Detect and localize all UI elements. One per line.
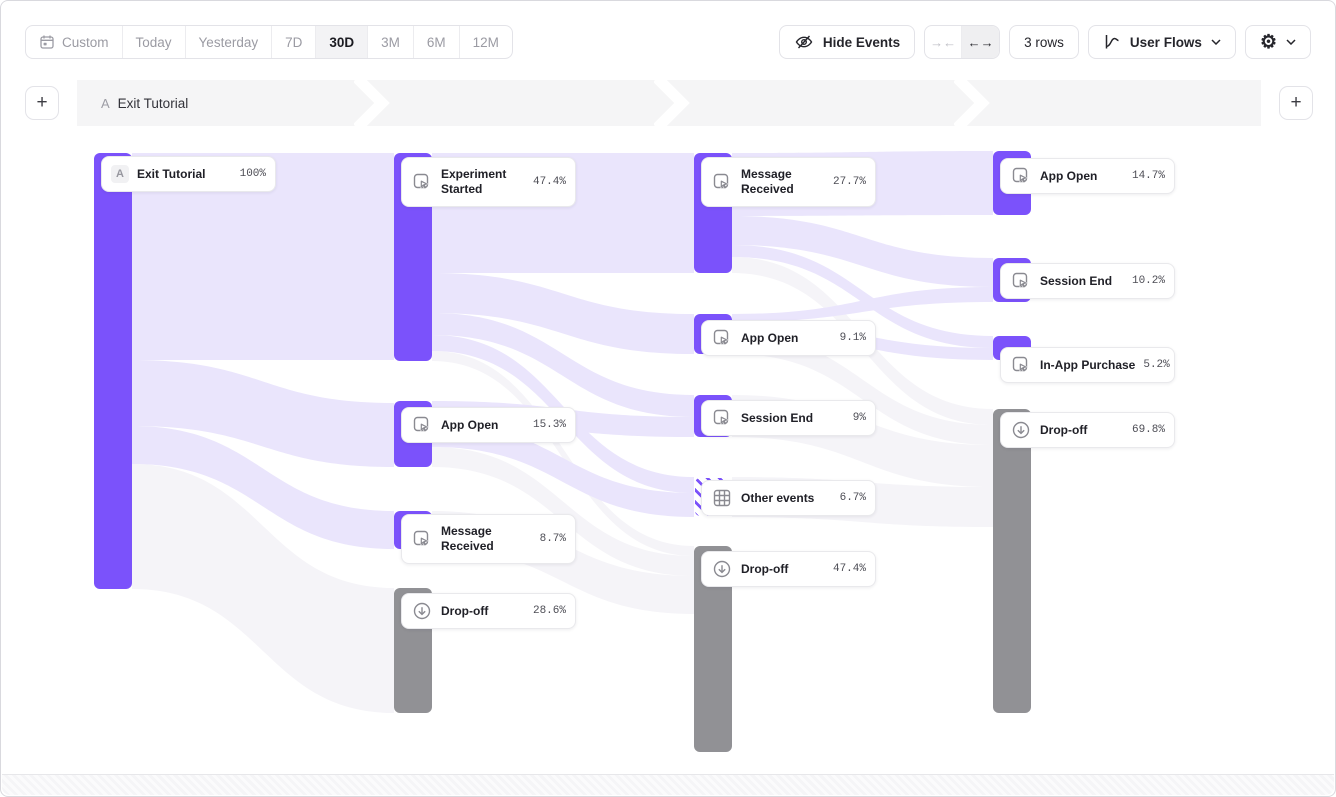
hide-events-label: Hide Events (823, 35, 900, 50)
rows-count-button[interactable]: 3 rows (1009, 25, 1079, 59)
node-percent: 9.1% (840, 332, 866, 344)
hide-events-button[interactable]: Hide Events (779, 25, 915, 59)
node-percent: 6.7% (840, 492, 866, 504)
flow-node-card-app-open[interactable]: App Open 15.3% (401, 407, 576, 443)
chart-type-label: User Flows (1130, 35, 1202, 50)
event-icon (411, 528, 433, 550)
gear-icon: ⚙ (1260, 33, 1277, 52)
date-range-today[interactable]: Today (123, 26, 186, 58)
node-label: Drop-off (1040, 423, 1124, 438)
node-percent: 15.3% (533, 419, 566, 431)
chevron-down-icon (1211, 39, 1221, 45)
date-range-6m[interactable]: 6M (414, 26, 460, 58)
date-range-yesterday[interactable]: Yesterday (186, 26, 273, 58)
event-icon (1010, 270, 1032, 292)
node-label: Message Received (741, 167, 825, 197)
flow-node-card-message-received[interactable]: Message Received 8.7% (401, 514, 576, 564)
flow-node-card-drop-off[interactable]: Drop-off 69.8% (1000, 412, 1175, 448)
node-label: In-App Purchase (1040, 358, 1135, 373)
flow-node-card-app-open[interactable]: App Open 14.7% (1000, 158, 1175, 194)
date-range-12m[interactable]: 12M (460, 26, 512, 58)
settings-dropdown[interactable]: ⚙ (1245, 25, 1311, 59)
event-icon (411, 171, 433, 193)
node-label: Drop-off (741, 562, 825, 577)
date-range-3m[interactable]: 3M (368, 26, 414, 58)
chevron-down-icon (1286, 39, 1296, 45)
flow-node-card-app-open[interactable]: App Open 9.1% (701, 320, 876, 356)
node-percent: 8.7% (540, 533, 566, 545)
node-label: Experiment Started (441, 167, 525, 197)
node-label: Other events (741, 491, 832, 506)
node-label: Message Received (441, 524, 532, 554)
node-percent: 9% (853, 412, 866, 424)
flow-node-card-drop-off[interactable]: Drop-off 47.4% (701, 551, 876, 587)
rows-count-label: 3 rows (1024, 35, 1064, 50)
node-label: Session End (741, 411, 845, 426)
node-percent: 47.4% (533, 176, 566, 188)
date-range-30d[interactable]: 30D (316, 26, 368, 58)
event-icon (711, 171, 733, 193)
event-icon (711, 327, 733, 349)
series-badge: A (111, 165, 129, 183)
eye-off-icon (794, 32, 814, 52)
node-percent: 10.2% (1132, 275, 1165, 287)
expand-columns-button[interactable]: ←→ (962, 26, 999, 58)
node-percent: 100% (240, 168, 266, 180)
node-percent: 27.7% (833, 176, 866, 188)
step-header-row: + A Exit Tutorial + (1, 80, 1335, 126)
node-label: App Open (1040, 169, 1124, 184)
date-range-7d[interactable]: 7D (272, 26, 316, 58)
date-range-custom[interactable]: Custom (26, 26, 123, 58)
step-name: Exit Tutorial (118, 96, 189, 111)
flow-node-card-session-end[interactable]: Session End 10.2% (1000, 263, 1175, 299)
node-percent: 14.7% (1132, 170, 1165, 182)
node-label: Session End (1040, 274, 1124, 289)
other-events-icon (711, 487, 733, 509)
toolbar-right: Hide Events →← ←→ 3 rows User Flows ⚙ (779, 25, 1311, 59)
date-range-selector: CustomTodayYesterday7D30D3M6M12M (25, 25, 513, 59)
toolbar: CustomTodayYesterday7D30D3M6M12M Hide Ev… (25, 25, 1311, 59)
flow-node-card-other-events[interactable]: Other events 6.7% (701, 480, 876, 516)
chart-type-dropdown[interactable]: User Flows (1088, 25, 1236, 59)
bottom-scroll-strip (2, 774, 1334, 795)
event-icon (1010, 165, 1032, 187)
node-percent: 5.2% (1143, 359, 1169, 371)
dropoff-icon (711, 558, 733, 580)
dropoff-icon (1010, 419, 1032, 441)
node-label: Drop-off (441, 604, 525, 619)
event-icon (411, 414, 433, 436)
user-flows-app: A Exit Tutorial 100% Experiment Started 47.4… (0, 0, 1336, 797)
node-label: Exit Tutorial (137, 167, 232, 182)
node-percent: 28.6% (533, 605, 566, 617)
node-percent: 47.4% (833, 563, 866, 575)
node-label: App Open (441, 418, 525, 433)
calendar-icon (39, 34, 55, 50)
event-icon (711, 407, 733, 429)
add-step-right-button[interactable]: + (1279, 86, 1313, 120)
collapse-columns-button[interactable]: →← (925, 26, 962, 58)
user-flows-chart-icon (1103, 33, 1121, 51)
flow-node-card-experiment-started[interactable]: Experiment Started 47.4% (401, 157, 576, 207)
flow-node-card-in-app-purchase[interactable]: In-App Purchase 5.2% (1000, 347, 1175, 383)
node-label: App Open (741, 331, 832, 346)
dropoff-icon (411, 600, 433, 622)
flow-node-card-message-received[interactable]: Message Received 27.7% (701, 157, 876, 207)
chevron-separator-icon (954, 80, 994, 126)
flow-node-card-session-end[interactable]: Session End 9% (701, 400, 876, 436)
flow-node-card-exit-tutorial[interactable]: A Exit Tutorial 100% (101, 156, 276, 192)
chevron-separator-icon (354, 80, 394, 126)
flow-node-bar-drop-off[interactable] (993, 409, 1031, 713)
node-percent: 69.8% (1132, 424, 1165, 436)
event-icon (1010, 354, 1032, 376)
step-banner[interactable]: A Exit Tutorial (77, 80, 1261, 126)
flow-node-card-drop-off[interactable]: Drop-off 28.6% (401, 593, 576, 629)
collapse-expand-toggle: →← ←→ (924, 25, 1000, 59)
add-step-left-button[interactable]: + (25, 86, 59, 120)
step-banner-label: A Exit Tutorial (101, 96, 188, 111)
step-badge: A (101, 96, 110, 111)
flow-node-bar-exit-tutorial[interactable] (94, 153, 132, 589)
chevron-separator-icon (654, 80, 694, 126)
